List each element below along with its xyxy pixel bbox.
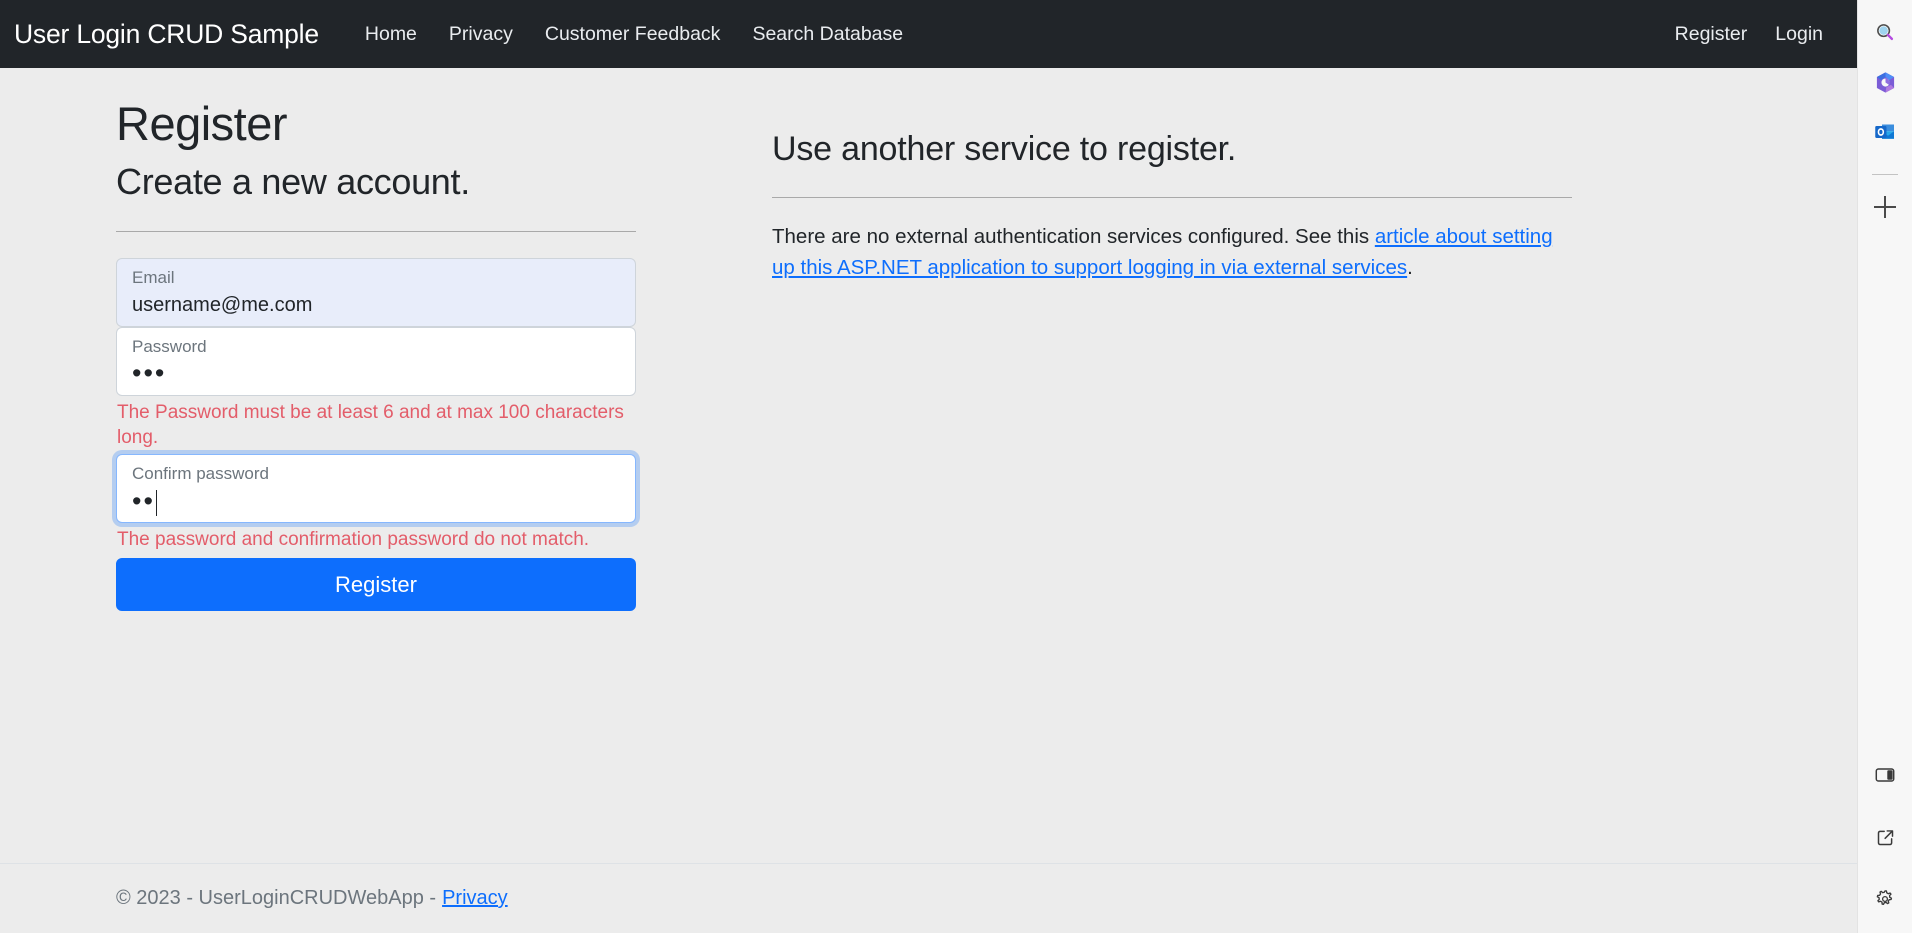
outlook-icon[interactable] <box>1867 114 1903 150</box>
navbar-right-links: Register Login <box>1661 23 1837 46</box>
nav-link-privacy[interactable]: Privacy <box>433 23 529 46</box>
navbar: User Login CRUD Sample Home Privacy Cust… <box>0 0 1857 68</box>
navbar-links: Home Privacy Customer Feedback Search Da… <box>349 23 919 46</box>
email-field-value: username@me.com <box>132 294 313 317</box>
open-in-new-window-icon[interactable] <box>1867 819 1903 855</box>
browser-sidebar <box>1857 0 1912 933</box>
nav-link-search-database[interactable]: Search Database <box>736 23 919 46</box>
confirm-password-validation-message: The password and confirmation password d… <box>117 529 590 551</box>
split-screen-icon[interactable] <box>1867 757 1903 793</box>
password-field-value: ••• <box>132 358 167 389</box>
password-field[interactable]: Password ••• <box>116 326 636 396</box>
search-icon[interactable] <box>1867 14 1903 50</box>
footer-privacy-link[interactable]: Privacy <box>442 887 508 910</box>
register-submit-button[interactable]: Register <box>116 558 636 612</box>
register-form: Email username@me.com Password ••• The P… <box>116 257 636 612</box>
copilot-icon[interactable] <box>1867 64 1903 100</box>
external-services-column: Use another service to register. There a… <box>772 98 1572 611</box>
email-field-label: Email <box>132 267 175 287</box>
nav-link-home[interactable]: Home <box>349 23 433 46</box>
settings-gear-icon[interactable] <box>1867 881 1903 917</box>
sidebar-divider <box>1872 174 1898 175</box>
register-column: Register Create a new account. Email use… <box>116 97 636 612</box>
external-services-text-before: There are no external authentication ser… <box>772 225 1375 248</box>
navbar-brand[interactable]: User Login CRUD Sample <box>14 19 319 50</box>
page-footer: © 2023 - UserLoginCRUDWebApp - Privacy <box>0 863 1857 933</box>
confirm-password-field[interactable]: Confirm password •• <box>116 454 636 524</box>
section-divider-left <box>116 230 636 232</box>
nav-link-login[interactable]: Login <box>1761 23 1837 46</box>
content-container: Register Create a new account. Email use… <box>116 68 1581 612</box>
external-services-title: Use another service to register. <box>772 130 1237 168</box>
browser-viewport: User Login CRUD Sample Home Privacy Cust… <box>0 0 1912 933</box>
page-subtitle: Create a new account. <box>116 160 470 202</box>
footer-copyright: © 2023 - UserLoginCRUDWebApp - <box>116 887 437 909</box>
password-validation-message: The Password must be at least 6 and at m… <box>117 401 624 448</box>
confirm-password-dots: •• <box>132 485 155 516</box>
main-content: Register Create a new account. Email use… <box>0 68 1857 933</box>
text-caret <box>155 489 158 516</box>
web-page: User Login CRUD Sample Home Privacy Cust… <box>0 0 1857 933</box>
confirm-password-field-value: •• <box>132 485 620 516</box>
external-services-text-after: . <box>1407 255 1413 279</box>
sidebar-bottom-group <box>1858 757 1912 923</box>
page-title: Register <box>116 97 288 150</box>
nav-link-register[interactable]: Register <box>1661 23 1762 46</box>
confirm-password-field-label: Confirm password <box>132 464 269 484</box>
external-services-description: There are no external authentication ser… <box>772 222 1572 284</box>
nav-link-customer-feedback[interactable]: Customer Feedback <box>529 23 737 46</box>
plus-icon[interactable] <box>1867 189 1903 225</box>
section-divider-right <box>772 197 1572 198</box>
password-field-label: Password <box>132 336 207 356</box>
email-field[interactable]: Email username@me.com <box>116 257 636 327</box>
